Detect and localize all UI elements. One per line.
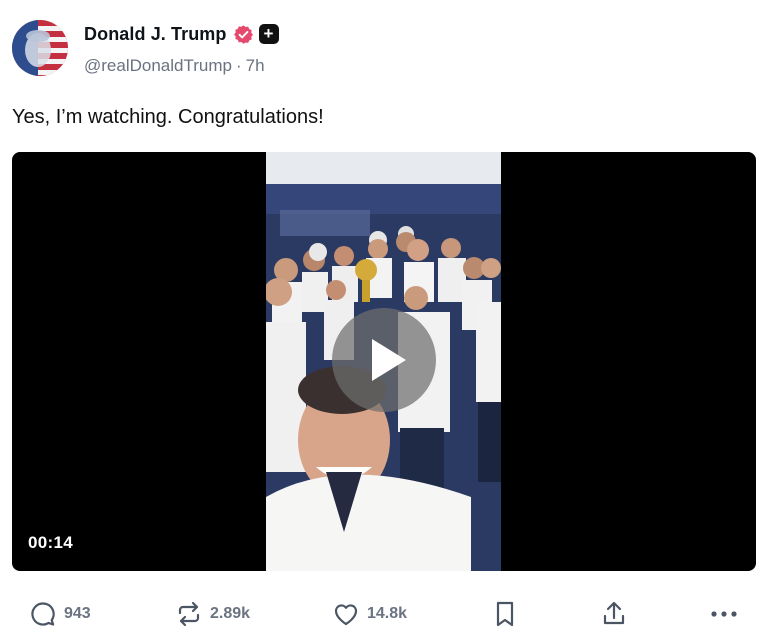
separator-dot: · bbox=[235, 56, 242, 75]
timestamp[interactable]: 7h bbox=[246, 56, 265, 76]
display-name[interactable]: Donald J. Trump bbox=[84, 24, 227, 45]
handle[interactable]: @realDonaldTrump bbox=[84, 56, 232, 76]
more-button[interactable] bbox=[709, 594, 739, 634]
video-player[interactable]: 00:14 bbox=[12, 152, 756, 571]
share-button[interactable] bbox=[600, 594, 628, 634]
play-icon bbox=[372, 339, 406, 381]
video-duration: 00:14 bbox=[28, 533, 73, 552]
repost-button[interactable]: 2.89k bbox=[175, 594, 250, 634]
bookmark-button[interactable] bbox=[492, 594, 518, 634]
reply-button[interactable]: 943 bbox=[29, 594, 91, 634]
reply-icon bbox=[29, 600, 57, 628]
like-icon bbox=[332, 600, 360, 628]
action-bar: 943 2.89k 14.8k bbox=[0, 594, 766, 634]
repost-count: 2.89k bbox=[210, 605, 251, 622]
reply-count: 943 bbox=[64, 605, 91, 622]
share-icon bbox=[600, 600, 628, 628]
plus-badge-icon: + bbox=[258, 24, 279, 44]
repost-icon bbox=[175, 600, 203, 628]
like-count: 14.8k bbox=[367, 605, 408, 622]
handle-row: @realDonaldTrump · 7h bbox=[84, 56, 265, 76]
verified-icon bbox=[233, 24, 254, 45]
play-button[interactable] bbox=[332, 308, 436, 412]
like-button[interactable]: 14.8k bbox=[332, 594, 407, 634]
more-icon bbox=[709, 600, 739, 628]
name-row: Donald J. Trump + bbox=[84, 22, 279, 46]
bookmark-icon bbox=[492, 600, 518, 628]
post-text: Yes, I’m watching. Congratulations! bbox=[12, 106, 324, 128]
post-card: Donald J. Trump + @realDonaldTrump · 7h … bbox=[0, 0, 766, 644]
avatar[interactable] bbox=[12, 20, 68, 76]
